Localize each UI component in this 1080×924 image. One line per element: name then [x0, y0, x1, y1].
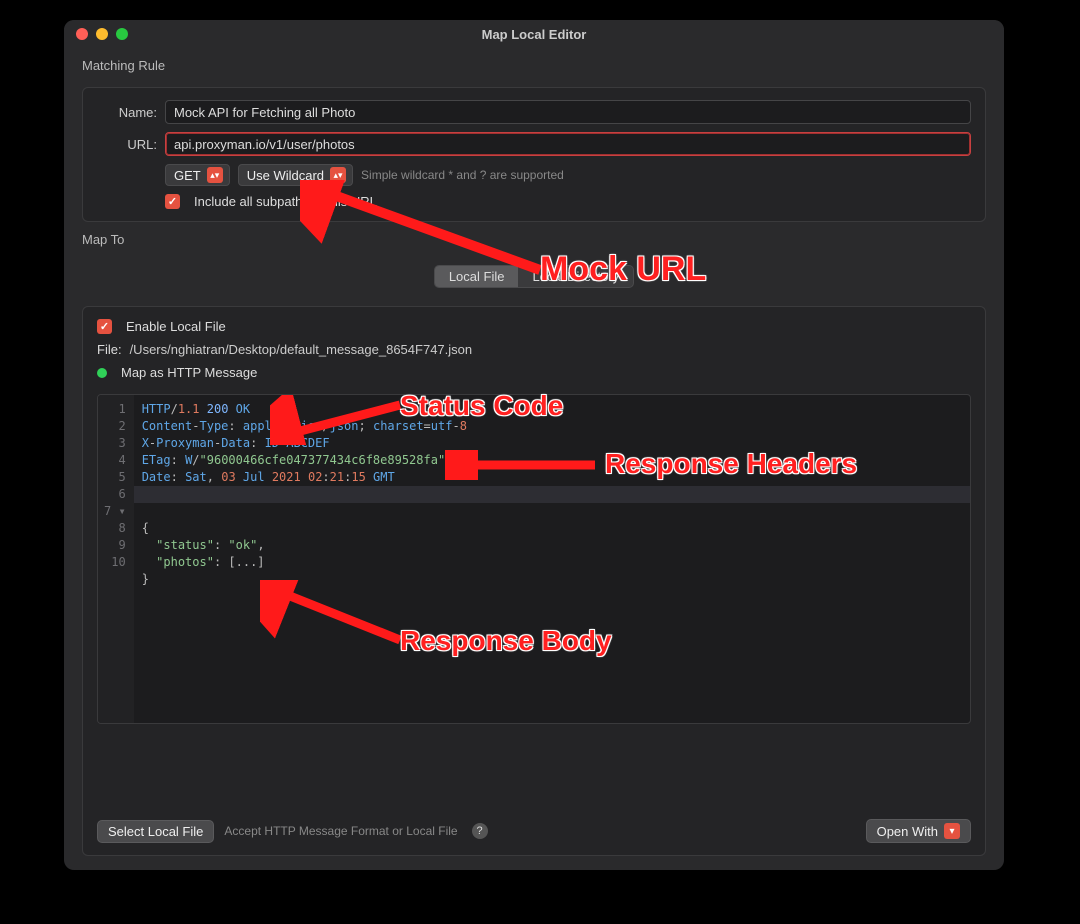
http-message-editor[interactable]: 1234567 ▾8910 HTTP/1.1 200 OK Content-Ty…	[97, 394, 971, 724]
titlebar: Map Local Editor	[64, 20, 1004, 48]
mapto-tabs: Local File Local Directory	[434, 265, 634, 288]
chevron-updown-icon: ▴▾	[207, 167, 223, 183]
open-with-label: Open With	[877, 824, 938, 839]
url-input[interactable]	[165, 132, 971, 156]
code-area[interactable]: HTTP/1.1 200 OK Content-Type: applicatio…	[134, 395, 970, 723]
method-select[interactable]: GET ▴▾	[165, 164, 230, 186]
editor-window: Map Local Editor Matching Rule Name: URL…	[64, 20, 1004, 870]
wildcard-select[interactable]: Use Wildcard ▴▾	[238, 164, 353, 186]
matching-rule-label: Matching Rule	[82, 58, 986, 73]
open-with-button[interactable]: Open With ▾	[866, 819, 971, 843]
status-dot-icon	[97, 368, 107, 378]
name-label: Name:	[97, 105, 157, 120]
map-as-http-label: Map as HTTP Message	[121, 365, 257, 380]
tab-local-file[interactable]: Local File	[435, 266, 519, 287]
wildcard-value: Use Wildcard	[247, 168, 324, 183]
wildcard-hint: Simple wildcard * and ? are supported	[361, 168, 564, 182]
url-label: URL:	[97, 137, 157, 152]
matching-rule-panel: Name: URL: GET ▴▾ Use Wildcard ▴▾ Simple…	[82, 87, 986, 222]
map-to-panel: ✓ Enable Local File File: /Users/nghiatr…	[82, 306, 986, 856]
select-local-file-button[interactable]: Select Local File	[97, 820, 214, 843]
name-input[interactable]	[165, 100, 971, 124]
enable-local-file-label: Enable Local File	[126, 319, 226, 334]
window-title: Map Local Editor	[64, 27, 1004, 42]
method-value: GET	[174, 168, 201, 183]
include-subpaths-checkbox[interactable]: ✓	[165, 194, 180, 209]
include-subpaths-label: Include all subpaths of this URL	[194, 194, 377, 209]
accept-format-hint: Accept HTTP Message Format or Local File	[224, 824, 457, 838]
file-label: File:	[97, 342, 122, 357]
enable-local-file-checkbox[interactable]: ✓	[97, 319, 112, 334]
chevron-updown-icon: ▴▾	[330, 167, 346, 183]
file-path: /Users/nghiatran/Desktop/default_message…	[130, 342, 473, 357]
chevron-down-icon: ▾	[944, 823, 960, 839]
line-gutter: 1234567 ▾8910	[98, 395, 134, 723]
tab-local-directory[interactable]: Local Directory	[518, 266, 633, 287]
map-to-label: Map To	[82, 232, 986, 247]
help-icon[interactable]: ?	[472, 823, 488, 839]
